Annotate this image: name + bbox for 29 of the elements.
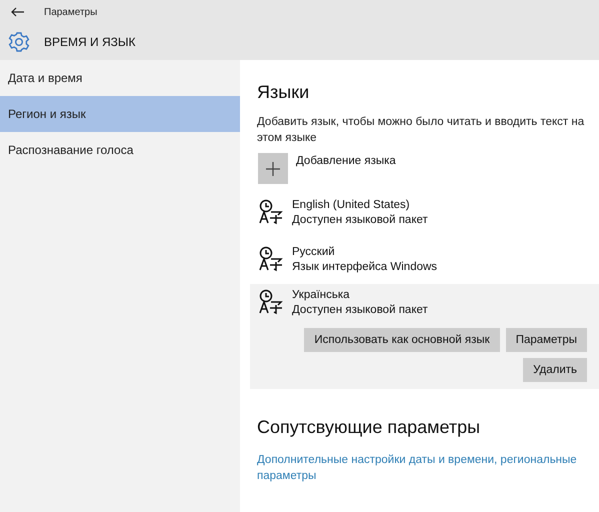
language-status: Доступен языковой пакет	[292, 304, 428, 316]
language-item[interactable]: Українська Доступен языковой пакет Использовать как основной язык Параметры Удалить	[250, 284, 599, 389]
language-icon	[258, 246, 284, 272]
add-language-label[interactable]: Добавление языка	[296, 155, 396, 167]
language-item[interactable]: English (United States) Доступен языковой пакет	[250, 194, 599, 231]
language-icon	[258, 289, 284, 315]
section-title: ВРЕМЯ И ЯЗЫК	[44, 35, 136, 49]
related-settings-link[interactable]: Дополнительные настройки даты и времени, региональные параметры	[257, 452, 579, 484]
sidebar-item[interactable]: Распознавание голоса	[0, 132, 240, 168]
gear-icon	[8, 31, 30, 53]
language-name: Русский	[292, 246, 336, 258]
language-action-button[interactable]: Удалить	[523, 358, 587, 382]
plus-icon	[266, 162, 280, 176]
section-heading: Языки	[257, 82, 310, 103]
window-title: Параметры	[44, 6, 98, 18]
language-icon	[258, 199, 284, 225]
back-icon[interactable]	[11, 7, 25, 17]
language-status: Язык интерфейса Windows	[292, 261, 438, 273]
sidebar-item[interactable]: Регион и язык	[0, 96, 240, 132]
sidebar-item[interactable]: Дата и время	[0, 60, 240, 96]
language-item[interactable]: Русский Язык интерфейса Windows	[250, 241, 599, 278]
language-action-button[interactable]: Использовать как основной язык	[304, 328, 500, 352]
description-text: Добавить язык, чтобы можно было читать и вводить текст на этом языке	[257, 115, 586, 146]
add-language-button[interactable]	[258, 153, 288, 184]
language-name: English (United States)	[292, 199, 411, 211]
related-heading: Сопутсвующие параметры	[257, 417, 482, 438]
language-action-button[interactable]: Параметры	[506, 328, 587, 352]
language-status: Доступен языковой пакет	[292, 214, 428, 226]
language-name: Українська	[292, 289, 351, 301]
